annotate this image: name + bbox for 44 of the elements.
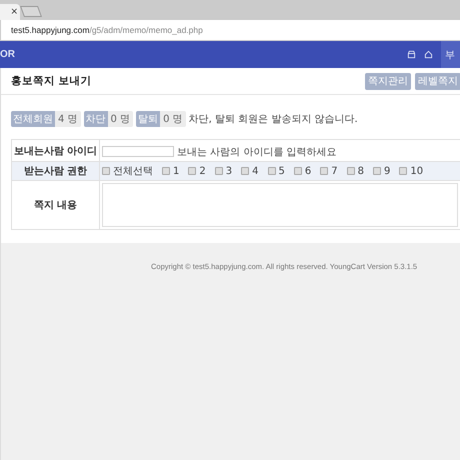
- menu-button[interactable]: 부: [441, 41, 460, 68]
- checkbox[interactable]: [268, 167, 276, 175]
- checkbox-label: 2: [199, 166, 206, 176]
- checkbox-label: 8: [358, 166, 364, 176]
- browser-tab[interactable]: ×: [0, 4, 20, 20]
- checkbox-label: 6: [304, 166, 312, 176]
- checkbox[interactable]: [320, 167, 328, 175]
- shop-icon[interactable]: [407, 50, 416, 59]
- checkbox[interactable]: [399, 167, 408, 175]
- checkbox[interactable]: [346, 167, 355, 175]
- stat-label: 탈퇴: [136, 111, 160, 127]
- close-icon[interactable]: ×: [10, 8, 18, 16]
- stat-label: 전체회원: [11, 111, 55, 127]
- form-label: 쪽지 내용: [12, 180, 100, 230]
- checkbox-label: 7: [331, 166, 338, 176]
- checkbox[interactable]: [102, 167, 110, 175]
- address-url[interactable]: test5.happyjung.com/g5/adm/memo/memo_ad.php: [11, 25, 203, 35]
- checkbox-label: 4: [252, 166, 258, 176]
- page-title: 홍보쪽지 보내기: [11, 74, 92, 88]
- stats-note: 차단, 탈퇴 회원은 발송되지 않습니다.: [188, 113, 358, 126]
- help-text: 보내는 사람의 아이디를 입력하세요: [177, 146, 337, 158]
- checkbox-label: 1: [173, 166, 180, 176]
- checkbox[interactable]: [162, 167, 170, 175]
- checkbox-label: 전체선택: [113, 165, 153, 178]
- checkbox[interactable]: [294, 167, 302, 175]
- message-textarea[interactable]: [102, 183, 458, 227]
- stat-count: 4 명: [55, 111, 81, 127]
- checkbox-label: 9: [384, 166, 390, 176]
- checkbox-label: 5: [278, 166, 285, 176]
- checkbox[interactable]: [373, 167, 381, 175]
- checkbox[interactable]: [241, 167, 250, 175]
- home-icon[interactable]: [424, 50, 433, 59]
- stat-label: 차단: [84, 111, 108, 127]
- checkbox[interactable]: [214, 167, 223, 175]
- form-label: 받는사람 권한: [12, 162, 100, 180]
- checkbox-label: 10: [410, 166, 424, 176]
- checkbox[interactable]: [188, 167, 196, 175]
- form-label: 보내는사람 아이디: [12, 140, 100, 162]
- logo-text: OR: [0, 49, 15, 60]
- stat-count: 0 명: [108, 111, 134, 127]
- input-field[interactable]: [102, 146, 174, 158]
- stat-count: 0 명: [160, 111, 186, 127]
- new-tab-button[interactable]: [20, 6, 42, 17]
- checkbox-label: 3: [226, 166, 232, 176]
